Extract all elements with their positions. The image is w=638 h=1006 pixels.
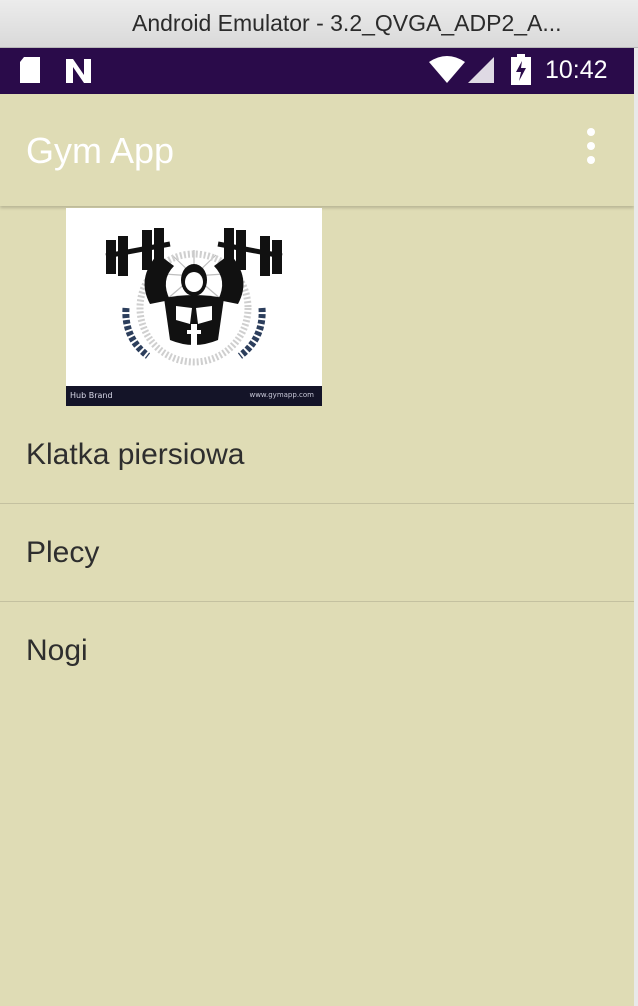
overflow-menu-icon[interactable]: [578, 124, 604, 168]
emulator-frame: Android Emulator - 3.2_QVGA_ADP2_A... 10…: [0, 0, 638, 1006]
list-item-label: Plecy: [26, 536, 100, 569]
muscle-group-list: Klatka piersiowa Plecy Nogi: [0, 406, 634, 700]
list-item-label: Nogi: [26, 634, 88, 667]
bodybuilder-barbell-emblem: [105, 228, 283, 366]
wifi-icon: [429, 56, 465, 83]
window-title-bar: Android Emulator - 3.2_QVGA_ADP2_A...: [0, 0, 638, 48]
logo-caption: Hub Brand www.gymapp.com: [66, 386, 322, 406]
status-bar-time: 10:42: [545, 56, 608, 84]
logo-caption-right: www.gymapp.com: [249, 391, 314, 399]
battery-charging-icon: [511, 54, 531, 85]
gym-logo-image: Hub Brand www.gymapp.com: [66, 208, 322, 406]
cell-signal-icon: [468, 57, 494, 83]
logo-caption-left: Hub Brand: [70, 391, 113, 400]
n-notification-icon: [66, 59, 91, 83]
window-edge: [634, 48, 638, 1006]
app-title: Gym App: [26, 130, 175, 171]
list-item-plecy[interactable]: Plecy: [0, 504, 634, 602]
list-item-nogi[interactable]: Nogi: [0, 602, 634, 700]
sd-card-icon: [20, 57, 40, 83]
list-item-klatka-piersiowa[interactable]: Klatka piersiowa: [0, 406, 634, 504]
app-bar: Gym App: [0, 94, 634, 206]
list-item-label: Klatka piersiowa: [26, 438, 245, 471]
window-title: Android Emulator - 3.2_QVGA_ADP2_A...: [132, 10, 562, 36]
status-bar: 10:42: [0, 48, 634, 94]
